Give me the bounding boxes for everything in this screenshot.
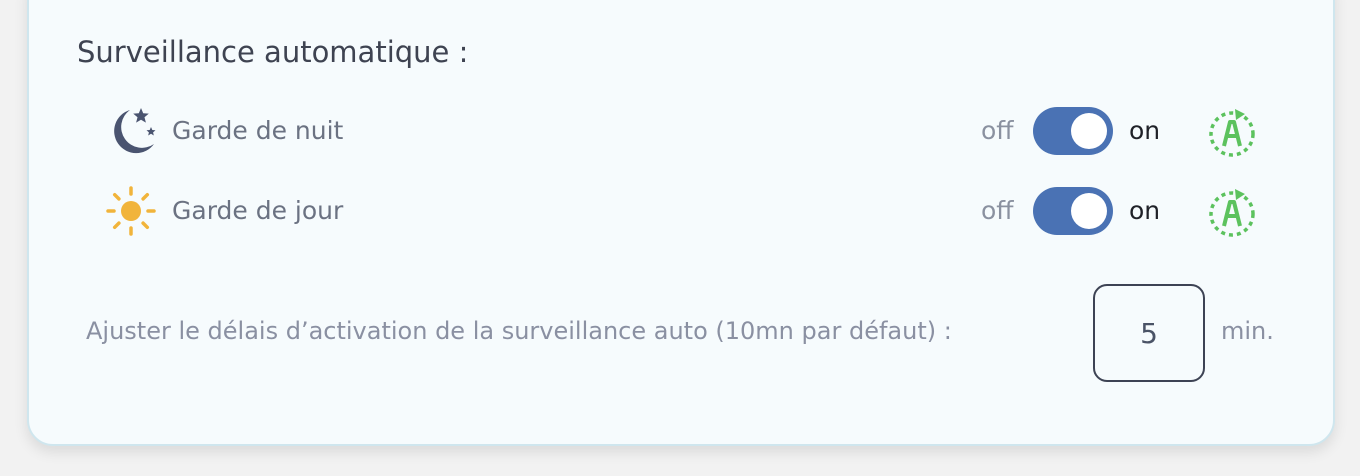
auto-mode-icon[interactable] — [1206, 186, 1258, 238]
night-guard-toggle[interactable] — [1033, 107, 1113, 155]
delay-unit-label: min. — [1221, 317, 1274, 345]
sun-icon — [106, 186, 156, 236]
night-guard-label: Garde de nuit — [172, 116, 344, 145]
day-guard-off-label: off — [981, 196, 1014, 225]
delay-minutes-input[interactable] — [1093, 284, 1205, 382]
day-guard-row: Garde de jour off on — [0, 181, 1360, 241]
night-guard-off-label: off — [981, 116, 1014, 145]
night-guard-row: Garde de nuit off on — [0, 101, 1360, 161]
moon-stars-icon — [114, 108, 156, 154]
section-title: Surveillance automatique : — [77, 35, 469, 69]
day-guard-on-label: on — [1129, 196, 1161, 225]
toggle-knob — [1071, 193, 1107, 229]
night-guard-on-label: on — [1129, 116, 1161, 145]
day-guard-toggle[interactable] — [1033, 187, 1113, 235]
auto-mode-icon[interactable] — [1206, 106, 1258, 158]
day-guard-label: Garde de jour — [172, 196, 344, 225]
toggle-knob — [1071, 113, 1107, 149]
delay-label: Ajuster le délais d’activation de la sur… — [86, 317, 952, 345]
